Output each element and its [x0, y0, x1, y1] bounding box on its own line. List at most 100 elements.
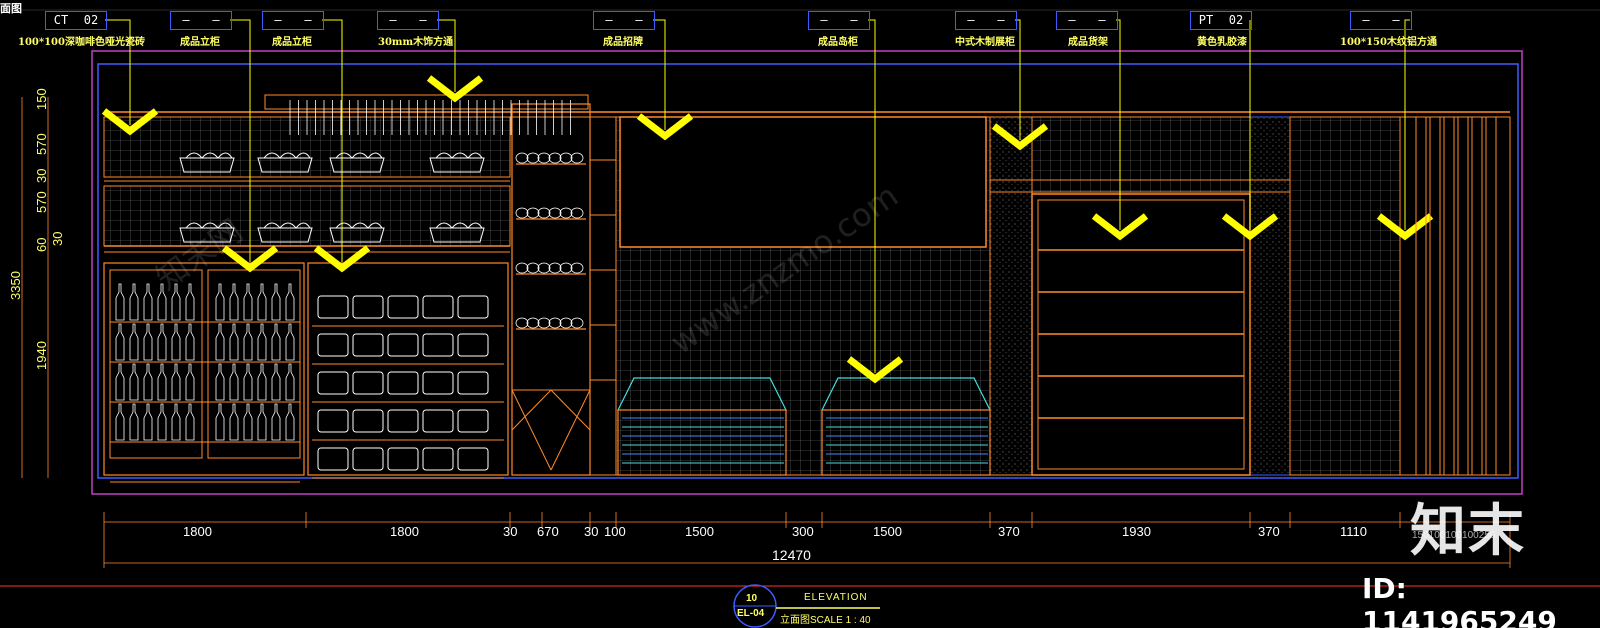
material-tag-number: 02 — [1228, 13, 1244, 27]
material-tag-number: — — [997, 13, 1005, 27]
storage-box — [422, 371, 454, 395]
storage-box — [457, 371, 489, 395]
wine-bottle — [185, 283, 195, 321]
wine-bottle — [243, 363, 253, 401]
storage-box — [387, 295, 419, 319]
bread-loaf — [526, 317, 540, 329]
storage-box — [317, 409, 349, 433]
material-tag-number: — — [1392, 13, 1400, 27]
wine-bottle — [229, 403, 239, 441]
bread-loaf — [559, 262, 573, 274]
bread-loaf — [548, 262, 562, 274]
material-label: 中式木制展柜 — [955, 37, 1015, 48]
watermark-logo: 知末 — [1410, 499, 1526, 564]
vertical-dimension: 3350 — [8, 271, 23, 300]
timber-slat — [1415, 116, 1427, 476]
wine-bottle — [115, 403, 125, 441]
bread-loaf — [526, 207, 540, 219]
wine-bottle — [229, 283, 239, 321]
material-tag-number: — — [304, 13, 312, 27]
vertical-dimension: 30 — [50, 231, 65, 246]
wine-bottle — [271, 283, 281, 321]
material-tag-code: — — [967, 13, 975, 27]
wine-bottle — [143, 363, 153, 401]
vertical-dimension: 1940 — [34, 341, 49, 370]
material-label: 100*100深咖啡色哑光瓷砖 — [18, 37, 145, 48]
wine-bottle — [229, 363, 239, 401]
bread-loaf — [537, 317, 551, 329]
material-tag-1: CT 02 — [45, 11, 107, 30]
wine-bottle — [157, 403, 167, 441]
storage-box — [352, 295, 384, 319]
bread-loaf — [559, 317, 573, 329]
wine-bottle — [229, 323, 239, 361]
bread-loaf — [526, 152, 540, 164]
horizontal-dimension: 1500 — [685, 524, 714, 539]
storage-box — [422, 447, 454, 471]
material-tag-10: — — — [1350, 11, 1412, 30]
material-tag-code: — — [1068, 13, 1076, 27]
material-tag-number: — — [635, 13, 643, 27]
material-tag-code: — — [182, 13, 190, 27]
material-tag-3: — — — [262, 11, 324, 30]
wine-bottle — [285, 363, 295, 401]
bread-loaf — [537, 262, 551, 274]
bread-loaf — [570, 152, 584, 164]
wine-bottle — [243, 283, 253, 321]
storage-box — [352, 447, 384, 471]
material-tag-7: — — — [955, 11, 1017, 30]
material-tag-number: — — [419, 13, 427, 27]
bread-loaf — [559, 152, 573, 164]
material-label: 成品货架 — [1068, 37, 1108, 48]
wine-bottle — [185, 363, 195, 401]
wine-bottle — [115, 323, 125, 361]
vertical-dimension: 150 — [34, 88, 49, 110]
wine-bottle — [257, 283, 267, 321]
material-label: 100*150木纹铝方通 — [1340, 37, 1437, 48]
wine-bottle — [285, 283, 295, 321]
bread-loaf — [570, 317, 584, 329]
drawing-scale: 立面图SCALE 1 : 40 — [780, 615, 871, 626]
storage-box — [317, 333, 349, 357]
vertical-dimension: 60 — [34, 237, 49, 252]
horizontal-dimension: 670 — [537, 524, 559, 539]
bread-loaf — [548, 317, 562, 329]
vertical-dimension: 30 — [34, 168, 49, 183]
drawing-title: ELEVATION — [804, 592, 868, 603]
horizontal-dimension: 1800 — [390, 524, 419, 539]
wine-bottle — [215, 403, 225, 441]
material-label: 成品立柜 — [180, 37, 220, 48]
drawing-number: 10 — [746, 593, 758, 604]
wine-bottle — [115, 283, 125, 321]
material-label: 成品立柜 — [272, 37, 312, 48]
material-tag-code: PT — [1198, 13, 1214, 27]
wine-bottle — [115, 363, 125, 401]
material-tag-4: — — — [377, 11, 439, 30]
material-label: 成品岛柜 — [818, 37, 858, 48]
material-tag-code: — — [820, 13, 828, 27]
wine-bottle — [215, 283, 225, 321]
material-tag-code: — — [1362, 13, 1370, 27]
wine-bottle — [185, 403, 195, 441]
wine-bottle — [157, 363, 167, 401]
horizontal-dimension: 30 — [584, 524, 599, 539]
storage-box — [457, 295, 489, 319]
wine-bottle — [129, 363, 139, 401]
material-label: 30mm木饰方通 — [378, 37, 454, 48]
storage-box — [352, 371, 384, 395]
timber-slat — [1443, 116, 1455, 476]
storage-box — [422, 409, 454, 433]
vertical-dimension: 570 — [34, 191, 49, 213]
material-tag-number: — — [850, 13, 858, 27]
wine-bottle — [143, 283, 153, 321]
timber-slat — [1429, 116, 1441, 476]
storage-box — [457, 333, 489, 357]
wine-bottle — [171, 403, 181, 441]
material-tag-6: — — — [808, 11, 870, 30]
bread-loaf — [515, 152, 529, 164]
wine-bottle — [215, 363, 225, 401]
bread-loaf — [537, 207, 551, 219]
storage-box — [317, 371, 349, 395]
drawing-code: EL-04 — [737, 608, 765, 619]
storage-box — [352, 409, 384, 433]
